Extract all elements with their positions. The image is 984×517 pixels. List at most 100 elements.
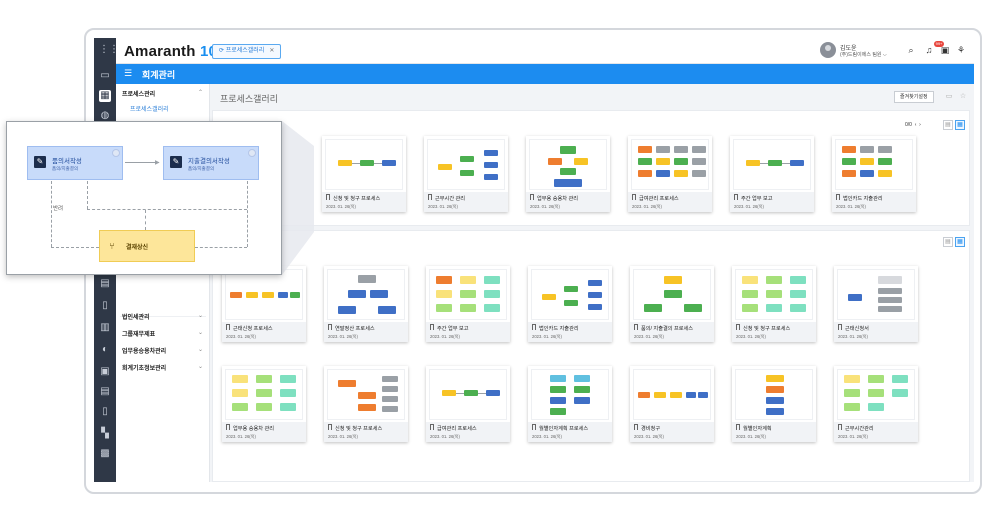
process-card[interactable]: 업무용 승용차 관리 2023. 01. 26(목) [526, 136, 610, 212]
process-card[interactable]: 근무시간 관리 2023. 01. 26(목) [424, 136, 508, 212]
search-icon[interactable]: ⌕ [906, 45, 916, 55]
bookmark-icon[interactable] [530, 194, 534, 200]
process-card[interactable]: 급여관리 프로세스 2023. 01. 26(목) [426, 366, 510, 442]
process-card[interactable]: 법인카드 지출관리 2023. 01. 26(목) [832, 136, 916, 212]
process-card[interactable]: 품의/ 지출결의 프로세스 2023. 01. 26(목) [630, 266, 714, 342]
bell-icon[interactable]: ♫ [924, 45, 934, 55]
process-card[interactable]: 연말정산 프로세스 2023. 01. 26(목) [324, 266, 408, 342]
menu-hamburger-icon[interactable]: ☰ [124, 69, 133, 78]
bookmark-icon[interactable] [736, 424, 740, 430]
card-title: 월별인자계획 프로세스 [539, 426, 589, 432]
save-icon[interactable]: ▭ [945, 93, 953, 101]
clipboard-icon[interactable]: ▥ [99, 322, 111, 334]
sidebar-section-accounting-base[interactable]: 회계기초정보관리 [122, 363, 166, 372]
card-date: 2023. 01. 26(목) [430, 434, 460, 439]
cash-register-icon[interactable]: ▣ [99, 366, 111, 378]
chevron-down-icon[interactable]: ⌄ [198, 329, 203, 336]
process-card[interactable]: 법인카드 지출관리 2023. 01. 26(목) [528, 266, 612, 342]
card-date: 2023. 01. 26(목) [634, 334, 664, 339]
module-title: 회계관리 [142, 70, 176, 80]
star-icon[interactable]: ☆ [959, 93, 967, 101]
dashed-line [195, 247, 247, 248]
bookmark-icon[interactable] [532, 424, 536, 430]
mobile-icon[interactable]: ▯ [99, 406, 111, 418]
close-tab-icon[interactable]: ✕ [269, 48, 274, 54]
document-icon[interactable]: ▯ [99, 300, 111, 312]
card-title: 급여관리 프로세스 [639, 196, 679, 202]
process-card[interactable]: 주간 업무 보고 2023. 01. 26(목) [730, 136, 814, 212]
status-dot [112, 149, 120, 157]
module-title-bar: ☰ 회계관리 [116, 64, 974, 84]
sidebar-item-process-gallery[interactable]: 프로세스갤러리 [130, 104, 169, 113]
process-card[interactable]: 근태신청서 2023. 01. 26(목) [834, 266, 918, 342]
process-card[interactable]: 신청 및 청구 프로세스 2023. 01. 26(목) [732, 266, 816, 342]
bookmark-icon[interactable] [634, 324, 638, 330]
process-thumbnail [633, 369, 711, 420]
process-card[interactable]: 주간 업무 보고 2023. 01. 26(목) [426, 266, 510, 342]
status-dot [248, 149, 256, 157]
chevron-down-icon[interactable]: ⌄ [198, 363, 203, 370]
card-date: 2023. 01. 26(목) [736, 334, 766, 339]
chevron-up-icon[interactable]: ⌃ [198, 89, 203, 96]
avatar [820, 42, 836, 58]
edit-icon: ✎ [34, 156, 46, 168]
bookmark-icon[interactable] [734, 194, 738, 200]
grid-view-icon[interactable]: ▦ [955, 120, 965, 130]
process-card[interactable]: 근무시간관리 2023. 01. 26(목) [834, 366, 918, 442]
bookmark-icon[interactable] [226, 324, 230, 330]
sidebar-section-process[interactable]: 프로세스관리 [122, 89, 155, 98]
process-card[interactable]: 급여관리 프로세스 2023. 01. 26(목) [628, 136, 712, 212]
card-title: 신청 및 청구 프로세스 [333, 196, 381, 202]
grid-view-icon[interactable]: ▦ [955, 237, 965, 247]
bookmark-icon[interactable] [328, 424, 332, 430]
bookmark-icon[interactable] [428, 194, 432, 200]
list-view-icon[interactable]: ▤ [943, 237, 953, 247]
sidebar-section-corp-tax[interactable]: 법인세관리 [122, 312, 150, 321]
sidebar-section-group-fs[interactable]: 그룹재무제표 [122, 329, 155, 338]
card-title: 법인카드 지출관리 [539, 326, 579, 332]
list-view-icon[interactable]: ▤ [943, 120, 953, 130]
process-card[interactable]: 월별인자계획 프로세스 2023. 01. 26(목) [528, 366, 612, 442]
process-card[interactable]: 신청 및 청구 프로세스 2023. 01. 26(목) [324, 366, 408, 442]
process-card[interactable]: 경비청구 2023. 01. 26(목) [630, 366, 714, 442]
printer-icon[interactable]: ▤ [99, 386, 111, 398]
app-logo[interactable]: Amaranth 10 [124, 43, 217, 60]
more-vertical-icon[interactable]: ⋮ [972, 45, 975, 55]
chevron-down-icon[interactable]: ⌄ [198, 346, 203, 353]
bookmark-icon[interactable] [836, 194, 840, 200]
bookmark-icon[interactable] [532, 324, 536, 330]
process-thumbnail [429, 269, 507, 320]
process-card[interactable]: 신청 및 청구 프로세스 2023. 01. 26(목) [322, 136, 406, 212]
calendar-icon[interactable]: ▤ [99, 278, 111, 290]
bookmark-icon[interactable] [430, 424, 434, 430]
tab-process-gallery[interactable]: ⟳ 프로세스갤러리 ✕ [212, 44, 282, 59]
bookmark-icon[interactable] [634, 424, 638, 430]
network-icon[interactable]: ▚ [99, 428, 111, 440]
calculator-icon[interactable]: ▦ [99, 90, 111, 102]
bookmark-icon[interactable] [430, 324, 434, 330]
bookmark-icon[interactable] [838, 424, 842, 430]
bookmark-icon[interactable] [328, 324, 332, 330]
bookmark-icon[interactable] [632, 194, 636, 200]
report-icon[interactable]: ▩ [99, 448, 111, 460]
bookmark-icon[interactable] [226, 424, 230, 430]
process-thumbnail [531, 369, 609, 420]
favorite-settings-button[interactable]: 즐겨찾기설정 [894, 91, 934, 103]
card-title: 연말정산 프로세스 [335, 326, 375, 332]
monitor-icon[interactable]: ▭ [99, 70, 111, 82]
sidebar-section-vehicle[interactable]: 업무용승용차관리 [122, 346, 166, 355]
process-card[interactable]: 월별인자계획 2023. 01. 26(목) [732, 366, 816, 442]
process-thumbnail [631, 139, 709, 190]
bookmark-icon[interactable] [838, 324, 842, 330]
toggle-icon[interactable]: ◐ [99, 344, 111, 356]
card-date: 2023. 01. 26(목) [430, 334, 460, 339]
bookmark-icon[interactable] [736, 324, 740, 330]
card-title: 법인카드 지출관리 [843, 196, 883, 202]
org-chart-icon[interactable]: ⚘ [956, 45, 966, 55]
chevron-down-icon[interactable]: ⌄ [198, 312, 203, 319]
process-thumbnail [429, 369, 507, 420]
bookmark-icon[interactable] [326, 194, 330, 200]
process-card[interactable]: 업무용 승용차 관리 2023. 01. 26(목) [222, 366, 306, 442]
apps-grid-icon[interactable]: ⋮⋮ [99, 44, 119, 56]
process-card[interactable]: 근태신청 프로세스 2023. 01. 26(목) [222, 266, 306, 342]
